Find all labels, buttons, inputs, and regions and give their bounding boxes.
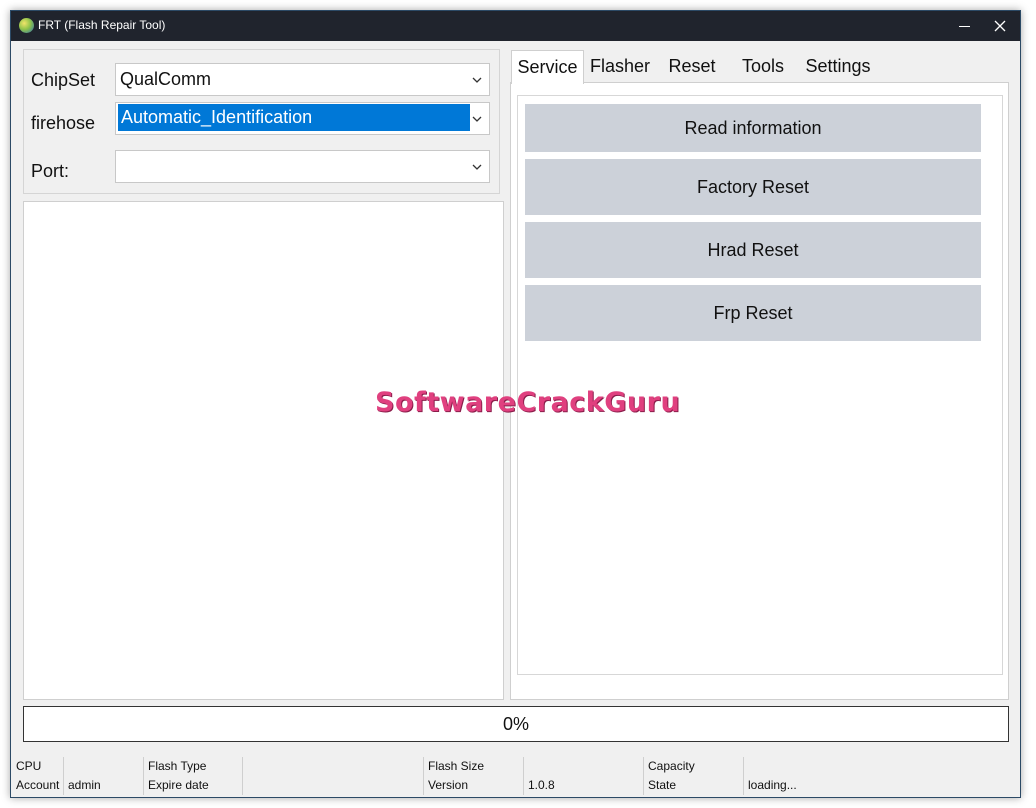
tab-service[interactable]: Service — [511, 50, 584, 84]
chevron-down-icon — [472, 77, 482, 83]
status-divider — [643, 757, 644, 795]
status-divider — [242, 757, 243, 795]
watermark: SoftwareCrackGuru — [375, 387, 681, 418]
tab-tools[interactable]: Tools — [733, 50, 793, 82]
account-value: admin — [68, 778, 101, 792]
status-divider — [743, 757, 744, 795]
progress-bar: 0% — [23, 706, 1009, 742]
hard-reset-button[interactable]: Hrad Reset — [525, 222, 981, 278]
read-information-button[interactable]: Read information — [525, 104, 981, 152]
title-bar[interactable]: FRT (Flash Repair Tool) — [11, 11, 1020, 41]
capacity-label: Capacity — [648, 759, 695, 773]
state-label: State — [648, 778, 677, 792]
expire-date-label: Expire date — [148, 778, 209, 792]
flash-size-value — [525, 757, 528, 776]
chipset-value: QualComm — [120, 69, 212, 89]
firehose-select[interactable]: Automatic_Identification — [115, 102, 490, 135]
close-icon — [994, 20, 1006, 32]
firehose-value: Automatic_Identification — [118, 104, 470, 131]
frp-reset-button[interactable]: Frp Reset — [525, 285, 981, 341]
expire-date-value — [244, 776, 247, 795]
progress-text: 0% — [502, 713, 529, 734]
account-label: Account — [16, 778, 60, 792]
close-button[interactable] — [982, 11, 1018, 41]
chipset-label: ChipSet — [31, 70, 96, 90]
window-title: FRT (Flash Repair Tool) — [38, 18, 166, 32]
state-value: loading... — [748, 778, 797, 792]
chevron-down-icon — [472, 116, 482, 122]
connection-settings-group: ChipSet QualComm firehose Automatic_Iden… — [23, 49, 500, 194]
status-bar: CPU Flash Type Flash Size Capacity Accou… — [11, 756, 1020, 796]
tab-flasher[interactable]: Flasher — [585, 50, 655, 82]
port-label: Port: — [31, 161, 70, 181]
flash-type-label: Flash Type — [148, 759, 207, 773]
app-logo-icon — [19, 18, 34, 33]
capacity-value — [745, 757, 748, 776]
flash-type-value — [244, 757, 247, 776]
cpu-label: CPU — [16, 759, 42, 773]
factory-reset-button[interactable]: Factory Reset — [525, 159, 981, 215]
port-select[interactable] — [115, 150, 490, 183]
chevron-down-icon — [472, 164, 482, 170]
status-divider — [423, 757, 424, 795]
flash-size-label: Flash Size — [428, 759, 485, 773]
firehose-label: firehose — [31, 113, 96, 133]
status-divider — [63, 757, 64, 795]
cpu-value — [65, 757, 68, 776]
tab-settings[interactable]: Settings — [799, 50, 877, 82]
status-divider — [143, 757, 144, 795]
minimize-icon — [958, 25, 970, 27]
status-divider — [523, 757, 524, 795]
tab-reset[interactable]: Reset — [661, 50, 723, 82]
chipset-select[interactable]: QualComm — [115, 63, 490, 96]
app-window: FRT (Flash Repair Tool) ChipSet QualComm… — [10, 10, 1021, 798]
version-value: 1.0.8 — [528, 778, 555, 792]
minimize-button[interactable] — [946, 11, 982, 41]
log-output-area[interactable] — [23, 201, 504, 700]
version-label: Version — [428, 778, 469, 792]
